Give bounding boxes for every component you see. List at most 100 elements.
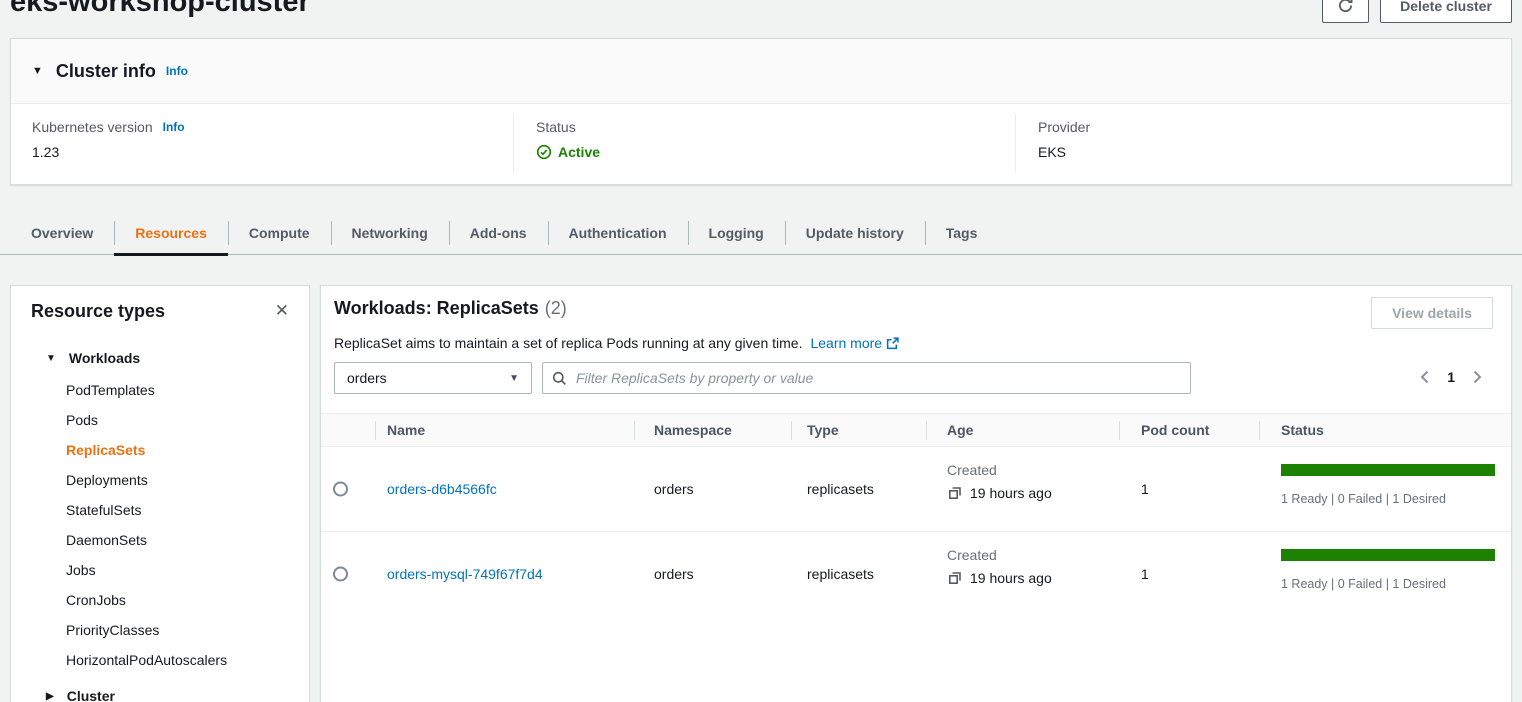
row-radio[interactable] — [333, 482, 348, 497]
cluster-info-header: ▼ Cluster info Info — [11, 39, 1511, 104]
sidebar-item-statefulsets[interactable]: StatefulSets — [11, 495, 309, 525]
eks-cluster-page: eks-workshop-cluster Delete cluster ▼ Cl… — [0, 0, 1522, 702]
table-row: orders-mysql-749f67f7d4 orders replicase… — [321, 531, 1511, 615]
row-radio[interactable] — [333, 566, 348, 581]
view-details-button[interactable]: View details — [1371, 297, 1493, 329]
kubernetes-version-label: Kubernetes version Info — [32, 119, 185, 135]
tab-tags[interactable]: Tags — [925, 212, 999, 254]
kubernetes-version-value: 1.23 — [32, 144, 185, 160]
tab-add-ons[interactable]: Add-ons — [449, 212, 548, 254]
caret-down-icon[interactable]: ▼ — [32, 65, 43, 77]
table-header: Name Namespace Type Age Pod count Status — [321, 413, 1511, 447]
sidebar-item-podtemplates[interactable]: PodTemplates — [11, 375, 309, 405]
delete-cluster-button[interactable]: Delete cluster — [1380, 0, 1512, 23]
result-count: (2) — [545, 298, 567, 318]
cluster-tabs: Overview Resources Compute Networking Ad… — [0, 212, 1522, 255]
search-icon — [552, 371, 567, 386]
column-header-namespace[interactable]: Namespace — [654, 414, 732, 447]
status-text: 1 Ready | 0 Failed | 1 Desired — [1281, 577, 1495, 591]
provider-field: Provider EKS — [1038, 119, 1090, 160]
sidebar-item-horizontalpodautoscalers[interactable]: HorizontalPodAutoscalers — [11, 645, 309, 675]
learn-more-link[interactable]: Learn more — [810, 335, 899, 351]
sidebar-item-priorityclasses[interactable]: PriorityClasses — [11, 615, 309, 645]
cluster-info-panel: ▼ Cluster info Info Kubernetes version I… — [10, 38, 1512, 185]
search-input[interactable] — [574, 369, 1181, 387]
sidebar-item-replicasets[interactable]: ReplicaSets — [11, 435, 309, 465]
namespace-cell: orders — [654, 481, 694, 497]
cluster-info-body: Kubernetes version Info 1.23 Status Acti… — [11, 104, 1511, 184]
table-row: orders-d6b4566fc orders replicasets Crea… — [321, 447, 1511, 531]
provider-value: EKS — [1038, 144, 1090, 160]
sidebar-items: PodTemplates Pods ReplicaSets Deployment… — [11, 375, 309, 675]
cluster-info-title: Cluster info — [56, 61, 156, 82]
status-label: Status — [536, 119, 600, 135]
tab-authentication[interactable]: Authentication — [548, 212, 688, 254]
sidebar-item-daemonsets[interactable]: DaemonSets — [11, 525, 309, 555]
dropdown-value: orders — [347, 370, 387, 386]
column-header-pod-count[interactable]: Pod count — [1141, 414, 1209, 447]
sidebar-item-cronjobs[interactable]: CronJobs — [11, 585, 309, 615]
page-number[interactable]: 1 — [1447, 369, 1455, 385]
status-value: Active — [558, 144, 600, 160]
tab-networking[interactable]: Networking — [331, 212, 449, 254]
column-divider — [513, 114, 514, 172]
resource-types-panel: Resource types ✕ ▼ Workloads PodTemplate… — [10, 285, 310, 702]
chevron-left-icon[interactable] — [1419, 369, 1430, 385]
column-header-type[interactable]: Type — [807, 414, 839, 447]
tab-overview[interactable]: Overview — [10, 212, 114, 254]
pod-count-cell: 1 — [1141, 481, 1149, 497]
type-cell: replicasets — [807, 566, 874, 582]
external-link-icon — [886, 337, 899, 350]
status-cell: 1 Ready | 0 Failed | 1 Desired — [1281, 549, 1495, 591]
sidebar-group-label: Cluster — [67, 688, 115, 702]
resource-types-title: Resource types — [31, 301, 165, 322]
panel-description: ReplicaSet aims to maintain a set of rep… — [334, 335, 899, 351]
kubernetes-version-info-link[interactable]: Info — [163, 120, 185, 134]
tab-resources[interactable]: Resources — [114, 212, 228, 254]
age-cell: Created 19 hours ago — [947, 547, 1052, 586]
copy-icon[interactable] — [947, 570, 963, 586]
column-header-name[interactable]: Name — [387, 414, 425, 447]
refresh-icon — [1337, 0, 1354, 14]
pod-count-cell: 1 — [1141, 566, 1149, 582]
status-cell: 1 Ready | 0 Failed | 1 Desired — [1281, 464, 1495, 506]
namespace-cell: orders — [654, 566, 694, 582]
replicaset-name-link[interactable]: orders-d6b4566fc — [387, 481, 497, 497]
caret-down-icon: ▼ — [509, 373, 519, 384]
status-text: 1 Ready | 0 Failed | 1 Desired — [1281, 492, 1495, 506]
cluster-info-info-link[interactable]: Info — [166, 64, 188, 78]
tab-logging[interactable]: Logging — [688, 212, 785, 254]
provider-label: Provider — [1038, 119, 1090, 135]
column-divider — [1015, 114, 1016, 172]
refresh-button[interactable] — [1322, 0, 1369, 23]
pagination: 1 — [1419, 369, 1483, 385]
caret-down-icon: ▼ — [46, 353, 56, 364]
sidebar-group-cluster[interactable]: ▶ Cluster — [46, 688, 309, 702]
sidebar-group-label: Workloads — [69, 350, 140, 366]
column-header-age[interactable]: Age — [947, 414, 973, 447]
sidebar-item-jobs[interactable]: Jobs — [11, 555, 309, 585]
copy-icon[interactable] — [947, 485, 963, 501]
panel-title: Workloads: ReplicaSets(2) — [334, 298, 567, 319]
age-cell: Created 19 hours ago — [947, 462, 1052, 501]
kubernetes-version-field: Kubernetes version Info 1.23 — [32, 119, 185, 160]
search-box — [542, 362, 1191, 394]
status-bar — [1281, 464, 1495, 476]
sidebar-item-pods[interactable]: Pods — [11, 405, 309, 435]
caret-right-icon: ▶ — [46, 691, 54, 702]
page-title: eks-workshop-cluster — [10, 0, 310, 19]
column-header-status[interactable]: Status — [1281, 414, 1324, 447]
replicasets-panel: Workloads: ReplicaSets(2) View details R… — [320, 285, 1512, 702]
status-field: Status Active — [536, 119, 600, 160]
sidebar-group-workloads[interactable]: ▼ Workloads — [46, 350, 309, 366]
sidebar-item-deployments[interactable]: Deployments — [11, 465, 309, 495]
close-icon[interactable]: ✕ — [271, 299, 293, 323]
replicaset-name-link[interactable]: orders-mysql-749f67f7d4 — [387, 566, 543, 582]
chevron-right-icon[interactable] — [1472, 369, 1483, 385]
type-cell: replicasets — [807, 481, 874, 497]
filter-type-dropdown[interactable]: orders ▼ — [334, 362, 532, 394]
tab-compute[interactable]: Compute — [228, 212, 331, 254]
status-check-icon — [536, 144, 552, 160]
tab-update-history[interactable]: Update history — [785, 212, 925, 254]
status-bar — [1281, 549, 1495, 561]
